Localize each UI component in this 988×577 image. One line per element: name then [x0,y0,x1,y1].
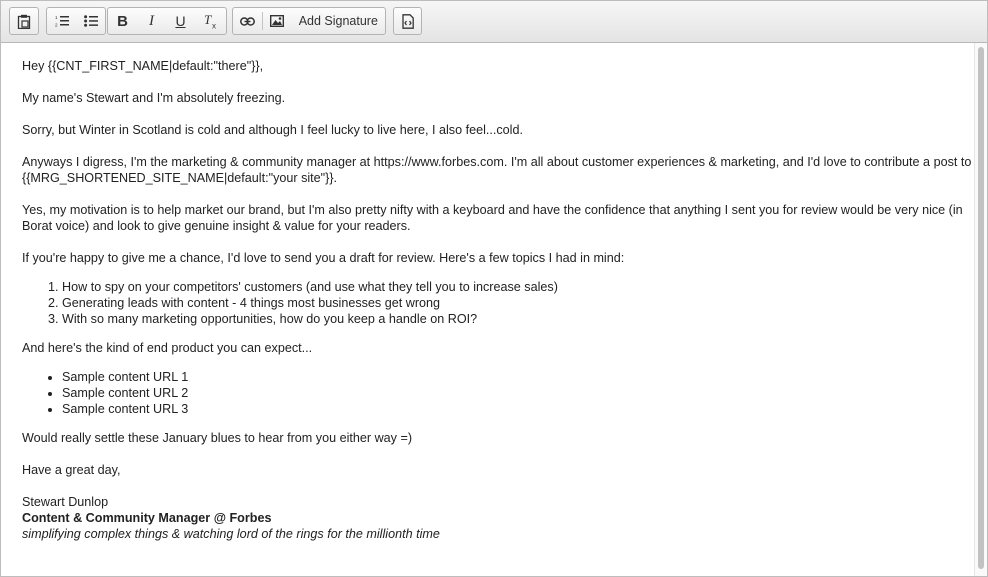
paste-button[interactable] [10,8,38,34]
italic-icon: I [149,12,154,29]
paragraph-sign-off: Have a great day, [22,463,121,477]
clear-formatting-button[interactable]: T x [195,8,226,34]
paragraph-motivation: Yes, my motivation is to help market our… [22,203,963,233]
underline-icon: U [175,13,186,29]
list-item: Sample content URL 3 [62,401,975,417]
paragraph-topics-intro: If you're happy to give me a chance, I'd… [22,251,625,265]
paragraph-closing: Would really settle these January blues … [22,431,413,445]
add-signature-button[interactable]: Add Signature [292,8,385,34]
signature-name: Stewart Dunlop [22,495,109,509]
topics-list: How to spy on your competitors' customer… [22,279,975,327]
list-item: With so many marketing opportunities, ho… [62,311,975,327]
paste-group [9,7,39,35]
italic-button[interactable]: I [137,8,166,34]
format-group: B I U T x [107,7,227,35]
source-group [393,7,422,35]
list-item: Generating leads with content - 4 things… [62,295,975,311]
list-item: How to spy on your competitors' customer… [62,279,975,295]
link-button[interactable] [233,8,262,34]
insert-group: Add Signature [232,7,386,35]
vertical-scrollbar[interactable] [974,43,987,576]
svg-text:x: x [212,22,216,30]
signature-tagline: simplifying complex things & watching lo… [22,527,440,541]
scrollbar-thumb[interactable] [978,47,984,569]
clear-formatting-icon: T x [204,13,216,30]
svg-text:2: 2 [55,23,58,28]
bullet-list-button[interactable] [76,8,105,34]
greeting: Hey {{CNT_FIRST_NAME|default:"there"}}, [22,59,264,73]
bullet-list-icon [83,15,98,27]
source-code-button[interactable] [394,8,421,34]
list-item: Sample content URL 1 [62,369,975,385]
list-item: Sample content URL 2 [62,385,975,401]
numbered-list-icon: 1 2 [55,15,69,27]
paragraph-intro: My name's Stewart and I'm absolutely fre… [22,91,286,105]
signature-title: Content & Community Manager @ Forbes [22,511,272,525]
clipboard-icon [17,14,31,29]
bold-button[interactable]: B [108,8,137,34]
paragraph-samples-intro: And here's the kind of end product you c… [22,341,313,355]
email-editor: 1 2 B I U T x Add Signature Hey {{CNT_FI… [0,0,988,577]
list-group: 1 2 [46,7,106,35]
email-body[interactable]: Hey {{CNT_FIRST_NAME|default:"there"}}, … [1,43,975,576]
svg-text:T: T [204,13,212,27]
link-icon [239,16,255,26]
numbered-list-button[interactable]: 1 2 [47,8,76,34]
bold-icon: B [117,12,128,30]
paragraph-winter: Sorry, but Winter in Scotland is cold an… [22,123,523,137]
svg-text:1: 1 [55,15,58,20]
editor-toolbar: 1 2 B I U T x Add Signature [1,1,987,43]
insert-image-button[interactable] [263,8,292,34]
image-icon [270,15,285,27]
underline-button[interactable]: U [166,8,195,34]
paragraph-pitch: Anyways I digress, I'm the marketing & c… [22,155,972,185]
samples-list: Sample content URL 1 Sample content URL … [22,369,975,417]
source-code-icon [401,13,414,29]
